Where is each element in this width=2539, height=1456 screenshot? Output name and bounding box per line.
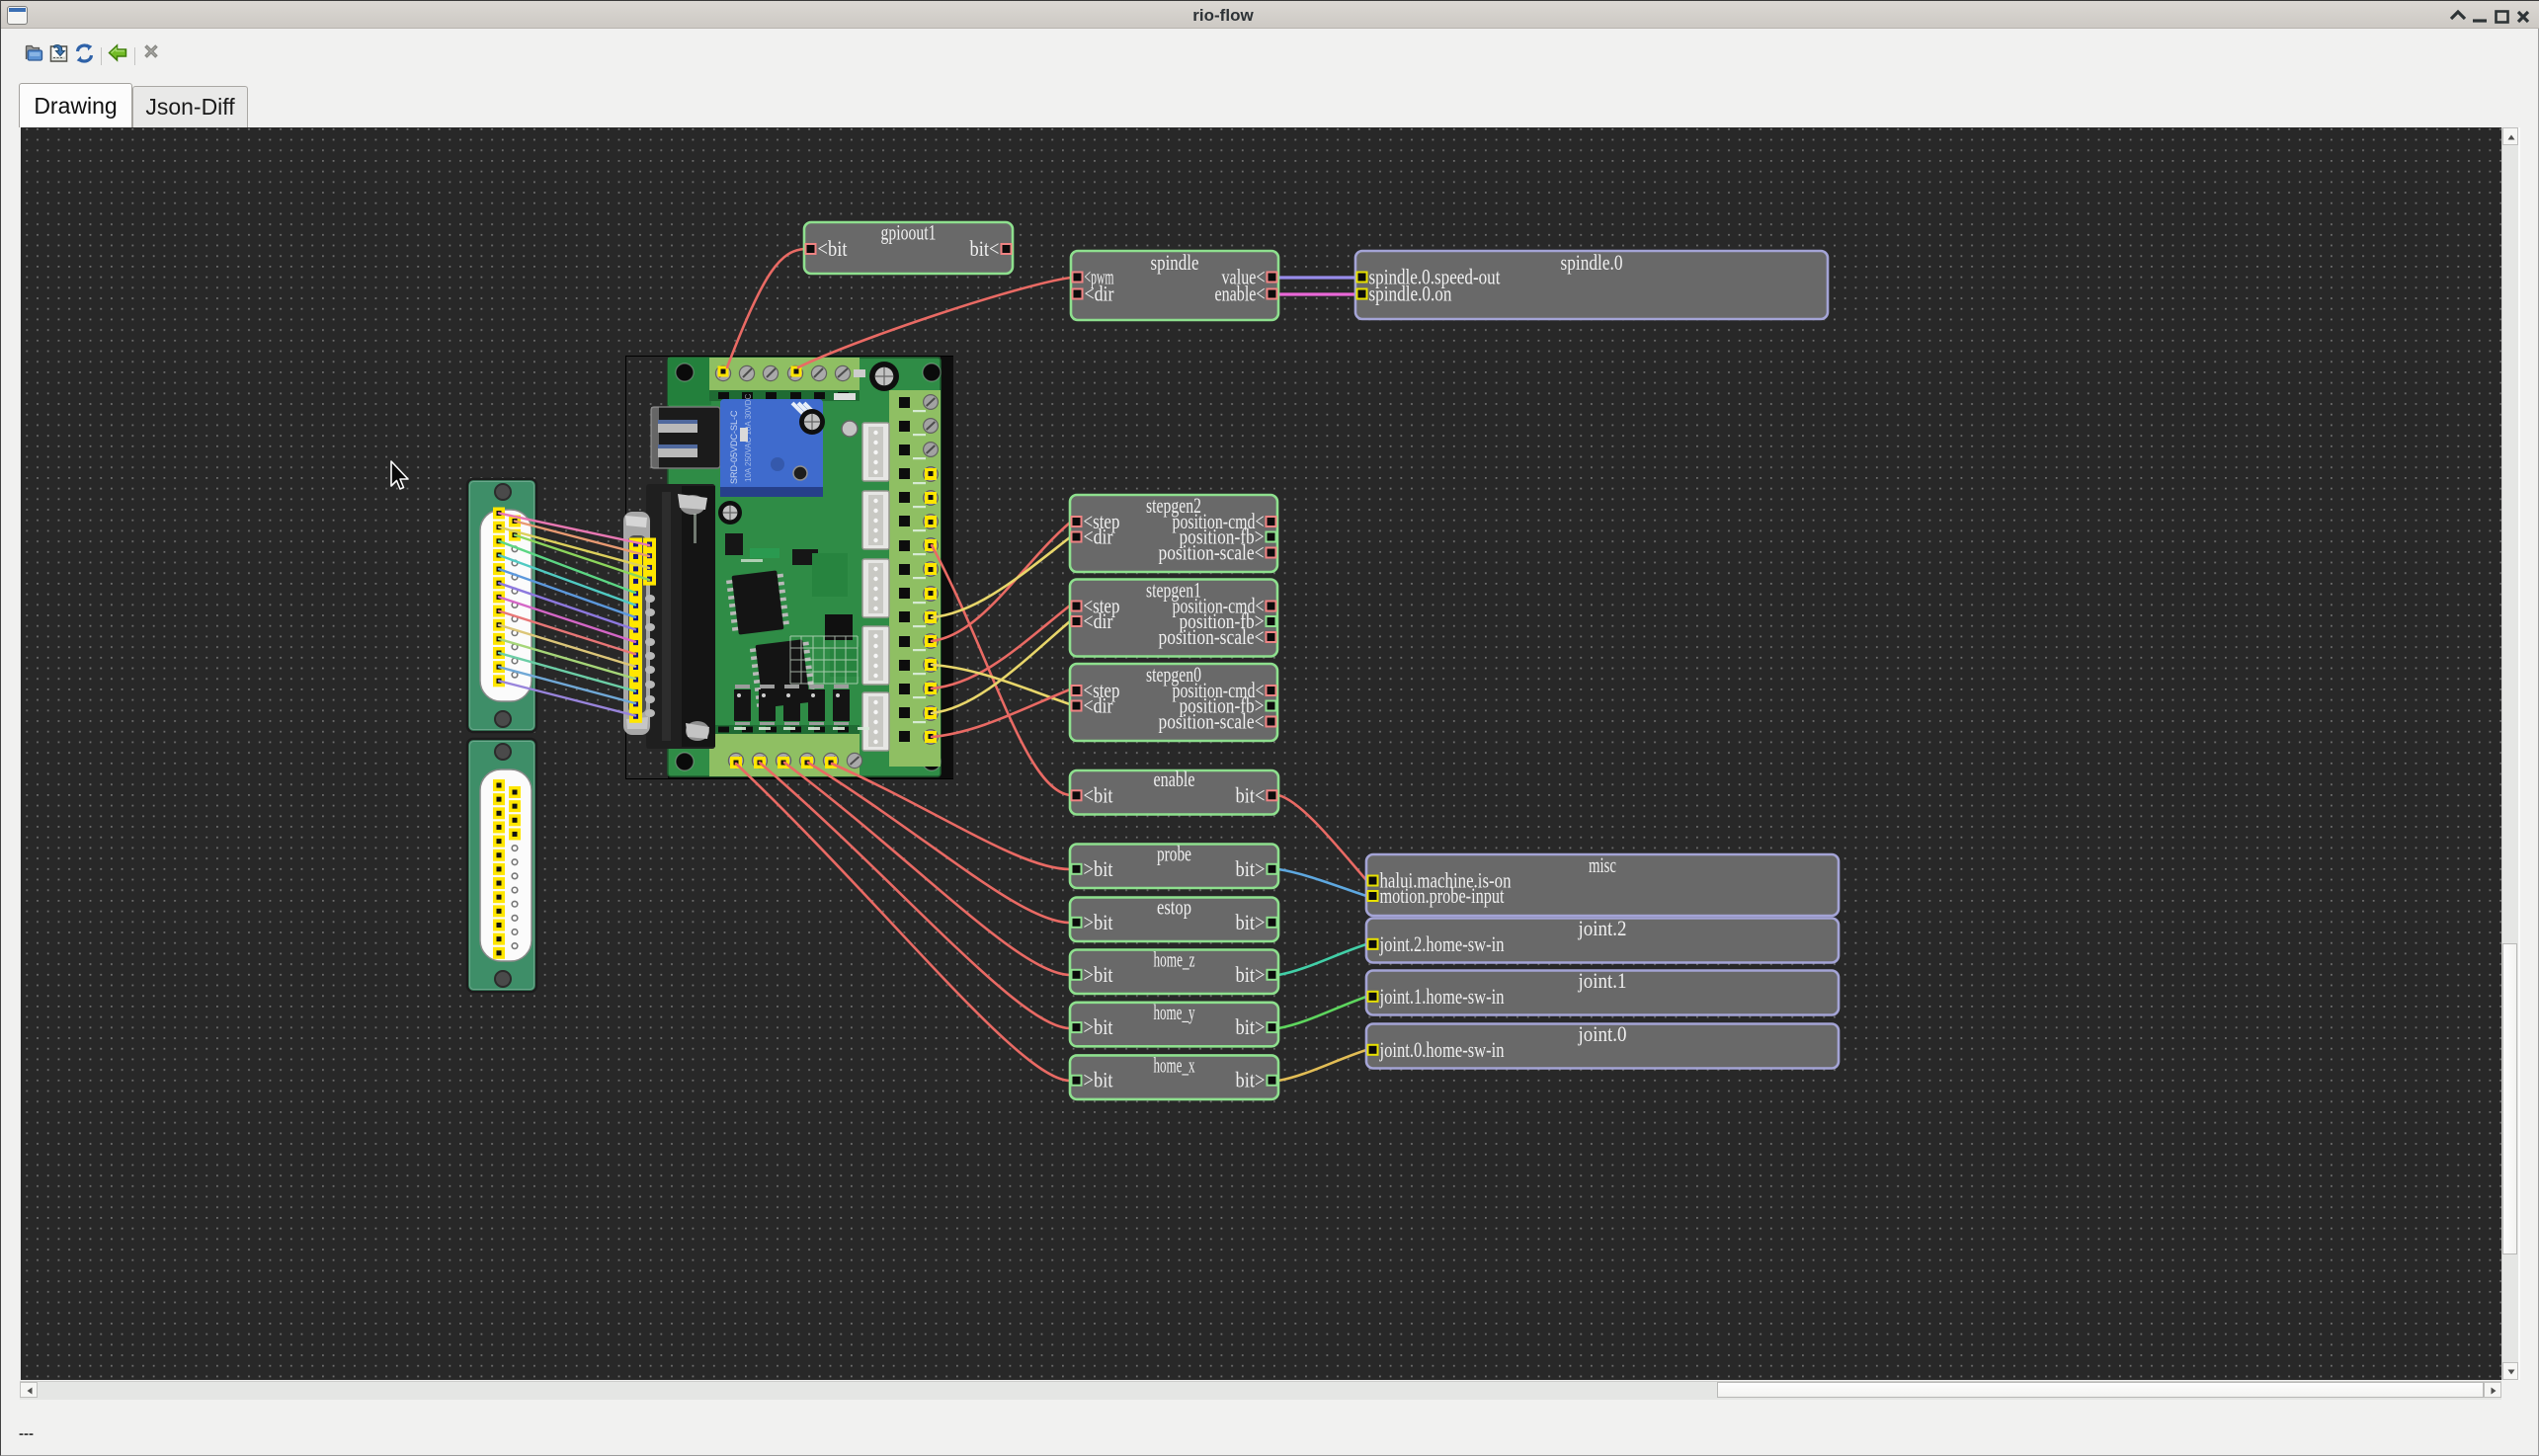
svg-text:spindle.0: spindle.0 <box>1561 250 1623 275</box>
svg-text:position-scale<: position-scale< <box>1159 709 1265 734</box>
svg-text:<bit: <bit <box>1084 782 1113 807</box>
svg-text:gpioout1: gpioout1 <box>881 220 937 245</box>
svg-text:spindle: spindle <box>1151 250 1199 275</box>
svg-text:home_y: home_y <box>1154 1000 1195 1024</box>
svg-text:joint.0.home-sw-in: joint.0.home-sw-in <box>1379 1037 1505 1062</box>
svg-text:joint.1: joint.1 <box>1578 968 1627 993</box>
svg-text:bit<: bit< <box>970 236 1000 261</box>
svg-text:>bit: >bit <box>1084 910 1113 934</box>
svg-text:home_z: home_z <box>1154 947 1195 972</box>
svg-text:enable<: enable< <box>1215 282 1266 306</box>
svg-text:joint.2: joint.2 <box>1578 916 1627 940</box>
svg-text:enable: enable <box>1154 767 1195 791</box>
svg-text:misc: misc <box>1589 852 1616 877</box>
svg-text:bit>: bit> <box>1236 910 1266 934</box>
svg-text:>bit: >bit <box>1084 1068 1113 1092</box>
svg-text:motion.probe-input: motion.probe-input <box>1380 883 1505 908</box>
svg-text:joint.0: joint.0 <box>1578 1021 1627 1046</box>
svg-text:<dir: <dir <box>1084 525 1114 549</box>
svg-text:bit>: bit> <box>1236 1068 1266 1092</box>
svg-text:<bit: <bit <box>818 236 848 261</box>
svg-text:bit>: bit> <box>1236 962 1266 987</box>
svg-text:estop: estop <box>1157 895 1191 920</box>
svg-text:<dir: <dir <box>1084 608 1114 633</box>
svg-text:>bit: >bit <box>1084 856 1113 881</box>
svg-text:<dir: <dir <box>1084 693 1114 718</box>
svg-text:spindle.0.on: spindle.0.on <box>1369 282 1452 306</box>
svg-text:bit>: bit> <box>1236 1014 1266 1039</box>
svg-text:>bit: >bit <box>1084 1014 1113 1039</box>
svg-text:joint.2.home-sw-in: joint.2.home-sw-in <box>1379 931 1505 956</box>
svg-text:probe: probe <box>1157 842 1191 866</box>
svg-text:bit<: bit< <box>1236 782 1266 807</box>
svg-text:SRD-05VDC-SL-C: SRD-05VDC-SL-C <box>729 410 739 484</box>
svg-text:bit>: bit> <box>1236 856 1266 881</box>
svg-text:<dir: <dir <box>1085 282 1115 306</box>
svg-text:>bit: >bit <box>1084 962 1113 987</box>
svg-text:home_x: home_x <box>1154 1052 1195 1077</box>
svg-text:joint.1.home-sw-in: joint.1.home-sw-in <box>1379 984 1505 1009</box>
svg-text:position-scale<: position-scale< <box>1159 624 1265 649</box>
svg-text:position-scale<: position-scale< <box>1159 540 1265 565</box>
